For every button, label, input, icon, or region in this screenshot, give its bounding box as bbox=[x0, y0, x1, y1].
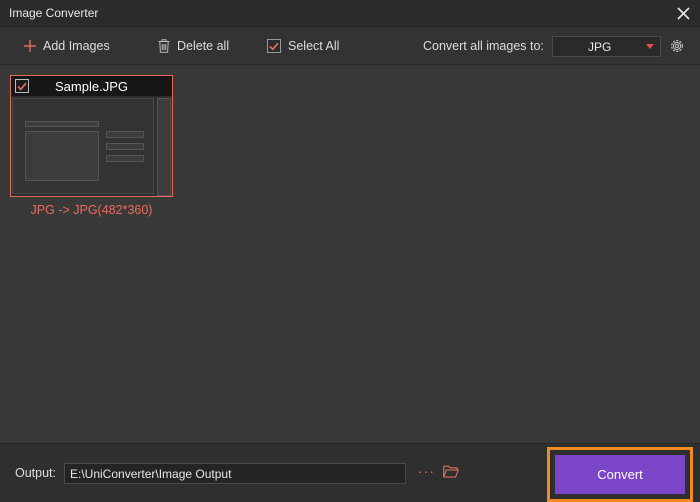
preview-button bbox=[106, 155, 144, 162]
convert-button-highlight: Convert bbox=[547, 447, 693, 502]
plus-icon bbox=[24, 40, 36, 52]
thumbnail-header: Sample.JPG bbox=[11, 76, 172, 96]
preview-button bbox=[106, 131, 144, 138]
preview-button bbox=[106, 143, 144, 150]
trash-icon bbox=[158, 39, 170, 53]
add-images-button[interactable]: Add Images bbox=[24, 27, 110, 65]
gear-icon bbox=[670, 39, 684, 53]
browse-more-button[interactable]: ··· bbox=[418, 463, 435, 479]
format-value: JPG bbox=[588, 40, 612, 54]
checkbox-checked-icon bbox=[267, 39, 281, 53]
close-button[interactable] bbox=[672, 2, 694, 24]
conversion-info: JPG -> JPG(482*360) bbox=[30, 203, 153, 217]
preview-box bbox=[25, 131, 99, 181]
image-list-area: Sample.JPG JPG -> JPG(482*360) bbox=[0, 66, 700, 443]
preview-sidebar bbox=[157, 98, 171, 196]
delete-all-label: Delete all bbox=[177, 39, 230, 53]
close-icon bbox=[676, 6, 690, 20]
bottom-bar: Output: ··· Convert bbox=[0, 443, 700, 502]
format-dropdown[interactable]: JPG bbox=[552, 36, 661, 57]
delete-all-button[interactable]: Delete all bbox=[158, 27, 229, 65]
convert-button[interactable]: Convert bbox=[555, 455, 685, 494]
folder-icon bbox=[443, 465, 460, 478]
file-checkbox[interactable] bbox=[15, 79, 29, 93]
preview-field bbox=[25, 121, 99, 127]
file-thumbnail[interactable]: Sample.JPG bbox=[10, 75, 173, 197]
open-folder-button[interactable] bbox=[443, 465, 460, 481]
output-path-input[interactable] bbox=[64, 463, 406, 484]
checkbox-checked-icon bbox=[17, 82, 27, 90]
convert-all-label: Convert all images to: bbox=[423, 39, 544, 53]
output-label: Output: bbox=[15, 466, 56, 480]
file-name: Sample.JPG bbox=[55, 79, 128, 94]
title-bar: Image Converter bbox=[0, 0, 700, 27]
select-all-checkbox[interactable]: Select All bbox=[267, 27, 339, 65]
add-images-label: Add Images bbox=[43, 39, 110, 53]
select-all-label: Select All bbox=[288, 39, 340, 53]
dropdown-arrow-icon bbox=[646, 44, 654, 49]
settings-button[interactable] bbox=[669, 38, 685, 54]
window-title: Image Converter bbox=[9, 6, 99, 20]
